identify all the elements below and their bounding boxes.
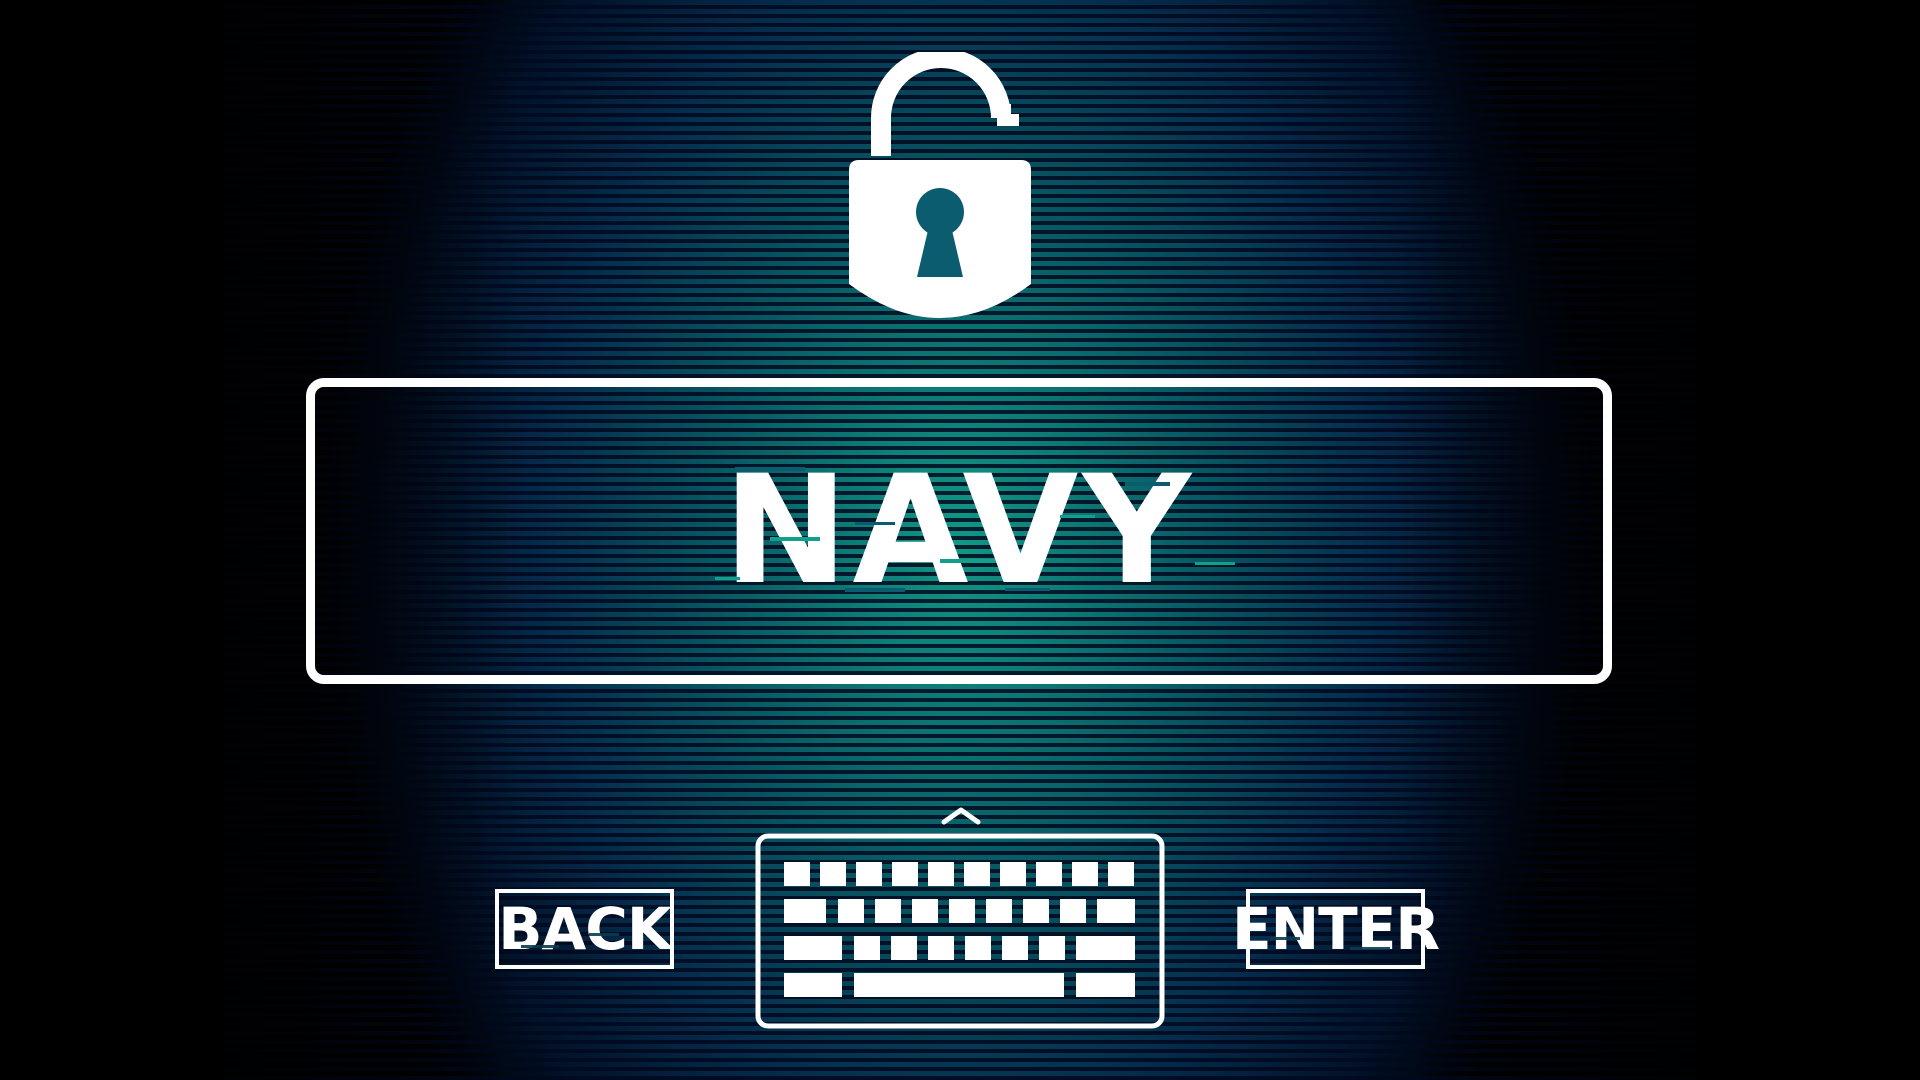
glitch-line: [589, 933, 619, 936]
keyboard-toggle-button[interactable]: [750, 804, 1170, 1030]
glitch-line: [521, 945, 559, 948]
password-input[interactable]: NAVY: [306, 378, 1612, 684]
chevron-up-icon: [941, 807, 981, 825]
glitch-line: [1350, 947, 1390, 950]
glitch-line: [1270, 937, 1300, 940]
keyboard-icon: [755, 833, 1165, 1029]
enter-button[interactable]: ENTER: [1232, 889, 1440, 969]
password-input-value: NAVY: [722, 444, 1196, 618]
padlock-unlocked-icon: [849, 52, 1031, 318]
back-button[interactable]: BACK: [495, 889, 674, 969]
back-button-label: BACK: [498, 895, 672, 963]
lock-screen: NAVY BACK ENTER: [0, 0, 1920, 1080]
enter-button-label: ENTER: [1232, 895, 1440, 963]
